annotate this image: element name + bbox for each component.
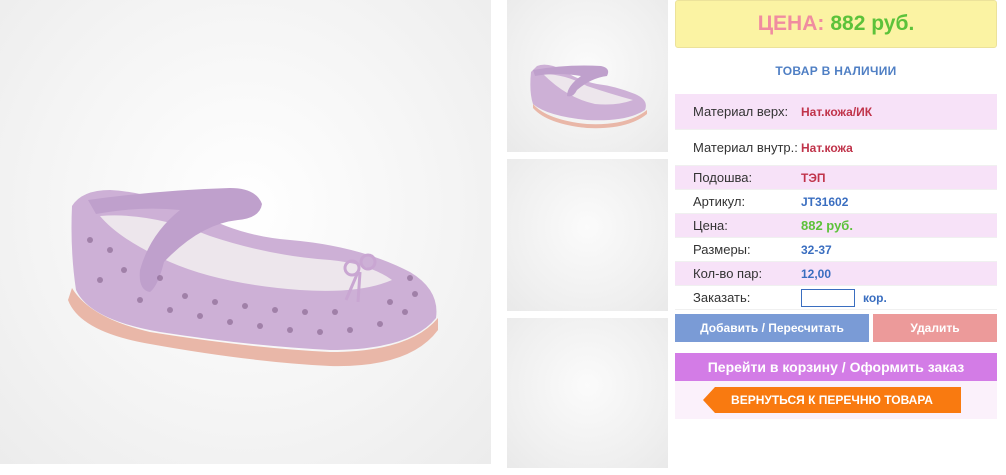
add-recalculate-button[interactable]: Добавить / Пересчитать: [675, 314, 869, 342]
price-label: ЦЕНА:: [757, 12, 825, 35]
main-product-image[interactable]: [0, 0, 491, 464]
spec-key: Цена:: [693, 218, 728, 233]
order-label: Заказать:: [693, 290, 751, 305]
spec-value: ТЭП: [801, 170, 826, 185]
back-to-list-button[interactable]: ВЕРНУТЬСЯ К ПЕРЕЧНЮ ТОВАРА: [703, 387, 961, 413]
spec-key: Материал верх:: [693, 104, 789, 119]
spec-key: Кол-во пар:: [693, 266, 763, 281]
spec-row-pairs: Кол-во пар: 12,00: [675, 262, 997, 286]
spec-row-upper-material: Материал верх: Нат.кожа/ИК: [675, 94, 997, 130]
order-buttons: Добавить / Пересчитать Удалить: [675, 314, 997, 342]
thumbnail-3[interactable]: [507, 318, 668, 468]
spec-value: Нат.кожа/ИК: [801, 104, 873, 119]
spec-value: 12,00: [801, 266, 832, 281]
spec-value: 882 руб.: [801, 218, 853, 233]
spec-key: Артикул:: [693, 194, 746, 209]
spec-value: Нат.кожа: [801, 140, 853, 155]
order-row: Заказать: кор.: [675, 286, 997, 310]
spec-row-price: Цена: 882 руб.: [675, 214, 997, 238]
shoe-illustration: [68, 188, 438, 367]
spec-row-inner-material: Материал внутр.: Нат.кожа: [675, 130, 997, 166]
thumbnail-2[interactable]: [507, 159, 668, 311]
go-to-cart-button[interactable]: Перейти в корзину / Оформить заказ: [675, 353, 997, 381]
spec-row-article: Артикул: JT31602: [675, 190, 997, 214]
order-quantity-input[interactable]: [801, 288, 855, 307]
spec-value: 32-37: [801, 242, 832, 257]
order-unit: кор.: [863, 290, 887, 305]
product-info-panel: ЦЕНА: 882 руб. ТОВАР В НАЛИЧИИ Материал …: [675, 0, 997, 419]
thumbnail-1[interactable]: [507, 0, 668, 152]
spec-key: Размеры:: [693, 242, 751, 257]
spec-value: JT31602: [801, 194, 849, 209]
spec-key: Материал внутр.:: [693, 140, 798, 155]
shoe-thumbnail-illustration: [530, 64, 647, 129]
stock-status: ТОВАР В НАЛИЧИИ: [775, 64, 897, 78]
product-page: ЦЕНА: 882 руб. ТОВАР В НАЛИЧИИ Материал …: [0, 0, 1006, 475]
back-area: ВЕРНУТЬСЯ К ПЕРЕЧНЮ ТОВАРА: [675, 381, 997, 419]
delete-button[interactable]: Удалить: [873, 314, 997, 342]
spec-key: Подошва:: [693, 170, 753, 185]
spec-row-sizes: Размеры: 32-37: [675, 238, 997, 262]
price-value: 882 руб.: [830, 12, 915, 35]
spec-row-sole: Подошва: ТЭП: [675, 166, 997, 190]
price-box: ЦЕНА: 882 руб.: [675, 0, 997, 48]
